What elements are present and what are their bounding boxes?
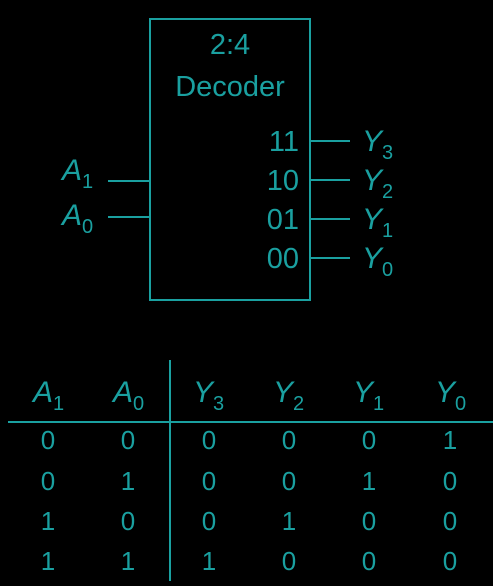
svg-text:Y0: Y0 (362, 242, 393, 281)
table-cell: 0 (282, 466, 296, 496)
table-row-1: 0 0 0 0 0 1 (41, 425, 457, 455)
header-y0-var: Y (435, 376, 457, 409)
output-y0: 00 Y0 (267, 242, 393, 281)
table-cell: 0 (202, 466, 216, 496)
table-cell: 0 (443, 506, 457, 536)
svg-text:A0: A0 (60, 199, 93, 238)
header-a1-sub: 1 (53, 393, 64, 415)
table-cell: 0 (202, 425, 216, 455)
table-cell: 0 (41, 466, 55, 496)
decoder-title-line1: 2:4 (210, 29, 250, 61)
table-cell: 0 (443, 466, 457, 496)
output-y1-sub: 1 (382, 220, 393, 242)
output-y0-sub: 0 (382, 259, 393, 281)
table-cell: 1 (41, 546, 55, 576)
table-row-3: 1 0 0 1 0 0 (41, 506, 457, 536)
header-y2-var: Y (273, 376, 295, 409)
table-cell: 1 (202, 546, 216, 576)
output-y3: 11 Y3 (269, 125, 393, 164)
table-cell: 0 (362, 546, 376, 576)
header-y0-sub: 0 (455, 393, 466, 415)
header-y1: Y1 (353, 376, 384, 415)
output-y0-code: 00 (267, 243, 299, 275)
svg-text:Y3: Y3 (362, 125, 393, 164)
table-cell: 0 (202, 506, 216, 536)
header-y2-sub: 2 (293, 393, 304, 415)
input-a0-sub: 0 (82, 216, 93, 238)
figure-canvas: 2:4 Decoder A1 A0 11 Y3 10 Y2 01 Y1 00 Y… (8, 18, 493, 581)
input-a0-var: A (60, 199, 82, 232)
output-y1: 01 Y1 (267, 203, 393, 242)
header-y1-var: Y (353, 376, 375, 409)
table-cell: 0 (282, 425, 296, 455)
table-cell: 0 (362, 506, 376, 536)
input-a1-sub: 1 (82, 171, 93, 193)
table-cell: 1 (362, 466, 376, 496)
svg-text:Y1: Y1 (362, 203, 393, 242)
header-a0-sub: 0 (133, 393, 144, 415)
output-y3-var: Y (362, 125, 384, 158)
table-cell: 0 (362, 425, 376, 455)
output-y3-sub: 3 (382, 142, 393, 164)
output-y2-sub: 2 (382, 181, 393, 203)
table-cell: 1 (121, 466, 135, 496)
table-row-4: 1 1 1 0 0 0 (41, 546, 457, 576)
table-cell: 1 (121, 546, 135, 576)
header-a0-var: A (111, 376, 133, 409)
output-y2-var: Y (362, 164, 384, 197)
table-cell: 1 (282, 506, 296, 536)
output-y0-var: Y (362, 242, 384, 275)
table-cell: 0 (121, 506, 135, 536)
header-y3-var: Y (193, 376, 215, 409)
output-y2-code: 10 (267, 165, 299, 197)
header-a1-var: A (31, 376, 53, 409)
header-y0: Y0 (435, 376, 466, 415)
svg-text:A1: A1 (60, 154, 93, 193)
output-y2: 10 Y2 (267, 164, 393, 203)
table-cell: 1 (41, 506, 55, 536)
table-cell: 0 (443, 546, 457, 576)
header-y2: Y2 (273, 376, 304, 415)
truth-table: A1 A0 Y3 Y2 Y1 Y0 0 0 0 0 0 1 0 1 0 0 1 … (8, 360, 493, 581)
output-y1-var: Y (362, 203, 384, 236)
table-cell: 0 (282, 546, 296, 576)
table-header-row: A1 A0 Y3 Y2 Y1 Y0 (31, 376, 466, 415)
decoder-figure: 2:4 Decoder A1 A0 11 Y3 10 Y2 01 Y1 00 Y… (0, 0, 493, 581)
header-y3: Y3 (193, 376, 224, 415)
input-a1: A1 (60, 154, 150, 193)
table-cell: 0 (41, 425, 55, 455)
header-y1-sub: 1 (373, 393, 384, 415)
decoder-title-line2: Decoder (175, 71, 285, 103)
header-y3-sub: 3 (213, 393, 224, 415)
table-cell: 0 (121, 425, 135, 455)
svg-text:Y2: Y2 (362, 164, 393, 203)
table-row-2: 0 1 0 0 1 0 (41, 466, 457, 496)
output-y1-code: 01 (267, 204, 299, 236)
header-a1: A1 (31, 376, 64, 415)
table-cell: 1 (443, 425, 457, 455)
input-a1-var: A (60, 154, 82, 187)
output-y3-code: 11 (269, 126, 299, 158)
input-a0: A0 (60, 199, 150, 238)
header-a0: A0 (111, 376, 144, 415)
